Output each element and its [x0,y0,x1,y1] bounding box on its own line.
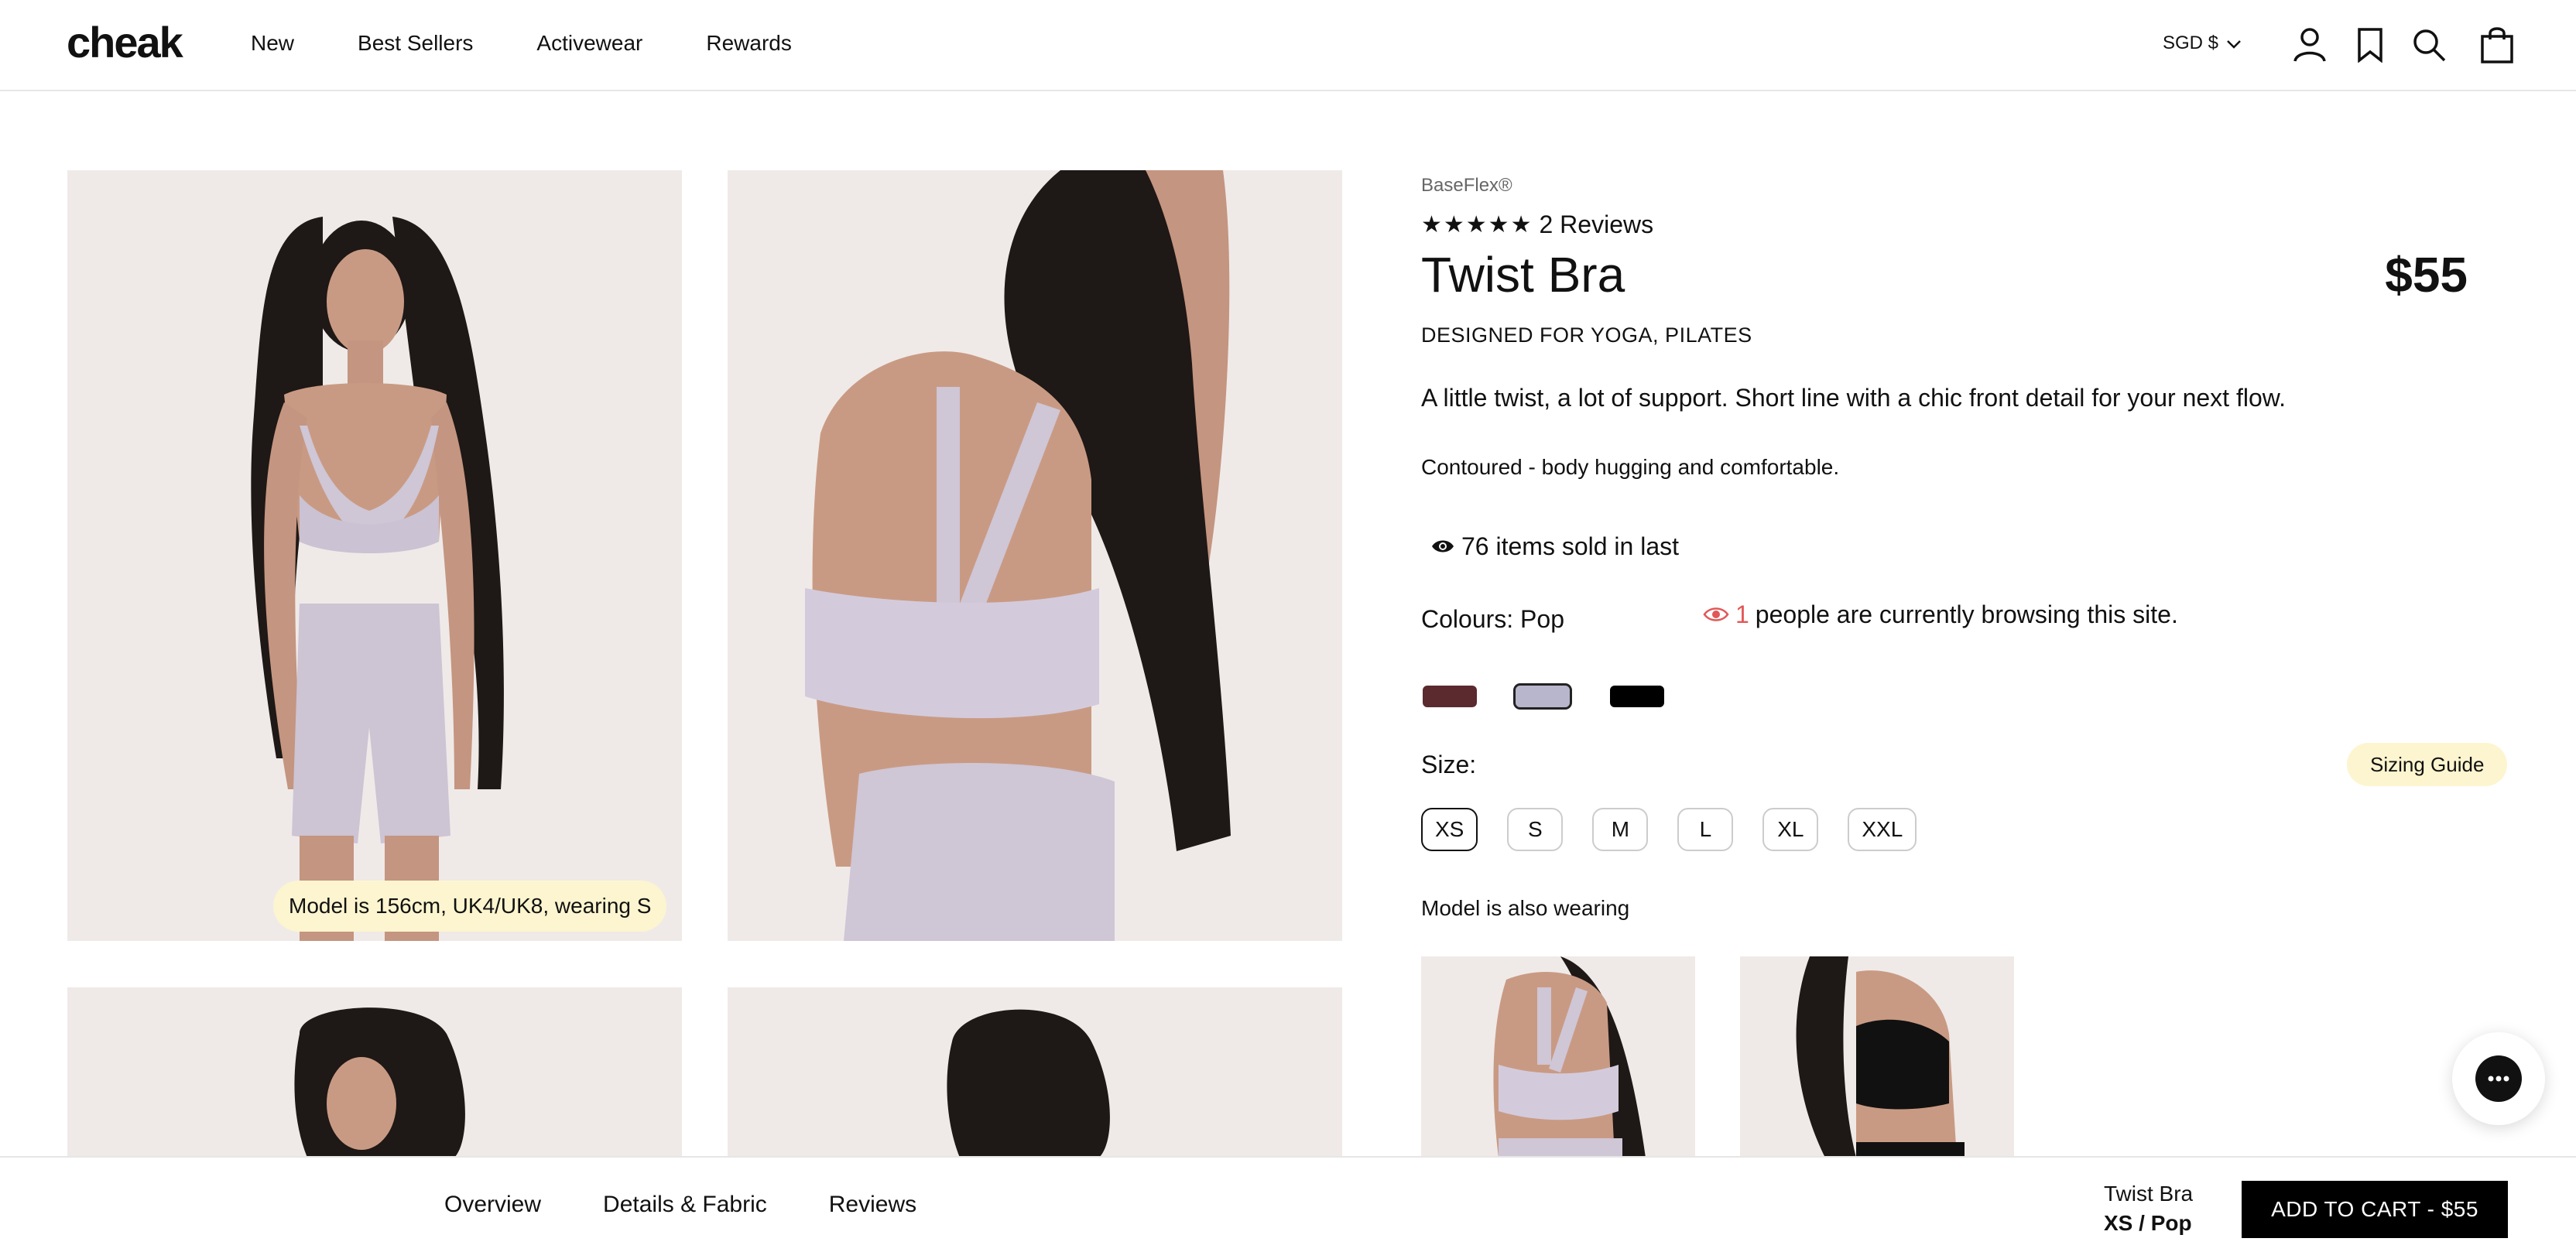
size-xs[interactable]: XS [1421,808,1478,851]
tab-overview[interactable]: Overview [444,1192,541,1218]
swatch-black[interactable] [1610,686,1664,707]
review-count: 2 Reviews [1539,210,1654,238]
search-icon[interactable] [2407,23,2451,67]
nav-new[interactable]: New [251,31,294,56]
product-tabs: Overview Details & Fabric Reviews [444,1192,916,1218]
model-size-tag: Model is 156cm, UK4/UK8, wearing S [273,881,667,932]
size-l[interactable]: L [1677,808,1734,851]
sizing-guide-button[interactable]: Sizing Guide [2347,743,2508,786]
also-wearing-label: Model is also wearing [1421,896,1630,920]
product-image-3[interactable] [67,987,682,1158]
size-m[interactable]: M [1592,808,1649,851]
browsing-text: people are currently browsing this site. [1755,600,2178,628]
eye-icon [1430,532,1455,561]
currency-selector[interactable]: SGD $ [2163,32,2242,54]
logo[interactable]: cheak [67,17,183,67]
product-image-4[interactable] [728,987,1342,1158]
product-image-back[interactable] [728,170,1342,941]
designed-for: DESIGNED FOR YOGA, PILATES [1421,323,1752,347]
sticky-product-variant: XS / Pop [2104,1211,2192,1235]
sold-text: 76 items sold in last [1461,532,1680,560]
product-price: $55 [2385,247,2468,303]
product-rating[interactable]: ★★★★★ 2 Reviews [1421,210,1653,239]
nav-best-sellers[interactable]: Best Sellers [358,31,473,56]
star-rating-icon: ★★★★★ [1421,212,1533,238]
browsing-counter: 1 people are currently browsing this sit… [1703,600,2178,629]
account-icon[interactable] [2288,23,2331,67]
tab-reviews[interactable]: Reviews [829,1192,916,1218]
site-header: cheak New Best Sellers Activewear Reward… [0,0,2576,91]
sold-counter: 76 items sold in last [1430,532,1679,561]
product-description: A little twist, a lot of support. Short … [1421,384,2286,412]
chat-widget-button[interactable] [2452,1032,2545,1125]
chevron-down-icon [2226,32,2242,54]
browsing-count: 1 [1735,600,1749,628]
main-nav: New Best Sellers Activewear Rewards [251,31,792,56]
also-wearing-item-2[interactable] [1740,956,2014,1158]
add-to-cart-button[interactable]: ADD TO CART - $55 [2242,1181,2508,1238]
product-title: Twist Bra [1421,247,1625,303]
currency-label: SGD $ [2163,32,2219,53]
nav-rewards[interactable]: Rewards [706,31,791,56]
cart-icon[interactable] [2475,23,2519,67]
swatch-burgundy[interactable] [1423,686,1477,707]
size-label: Size: [1421,751,1477,778]
product-feature: Contoured - body hugging and comfortable… [1421,455,1840,479]
sticky-cart-bar: Overview Details & Fabric Reviews Twist … [0,1156,2576,1252]
bookmark-icon[interactable] [2348,23,2392,67]
size-options: XS S M L XL XXL [1421,808,1917,851]
swatch-pop[interactable] [1513,683,1572,710]
size-s[interactable]: S [1507,808,1564,851]
size-xl[interactable]: XL [1762,808,1819,851]
product-image-front[interactable]: Model is 156cm, UK4/UK8, wearing S [67,170,682,941]
tab-details-fabric[interactable]: Details & Fabric [603,1192,767,1218]
also-wearing-item-1[interactable] [1421,956,1695,1158]
size-xxl[interactable]: XXL [1848,808,1917,851]
sticky-product-summary: Twist Bra XS / Pop [2104,1179,2193,1238]
sticky-product-name: Twist Bra [2104,1182,2194,1206]
chat-icon [2475,1055,2522,1102]
nav-activewear[interactable]: Activewear [536,31,642,56]
colour-label: Colours: Pop [1421,605,1564,633]
eye-icon [1703,600,1729,629]
product-brand: BaseFlex® [1421,175,1512,196]
